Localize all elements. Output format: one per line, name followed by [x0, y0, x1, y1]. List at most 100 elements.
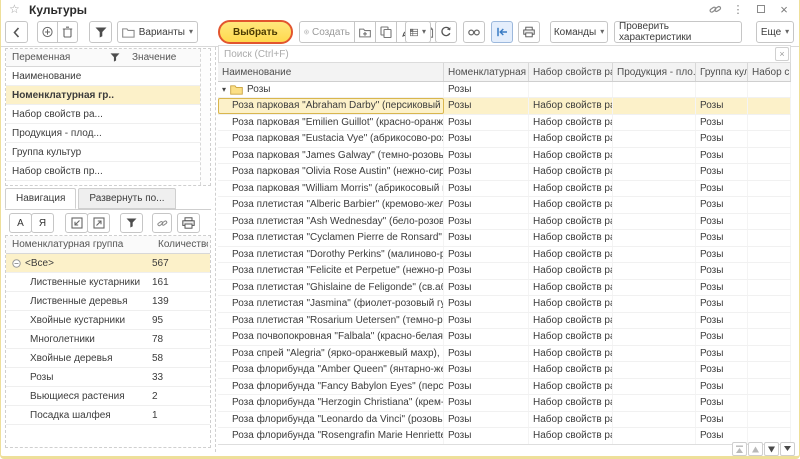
table-row[interactable]: Роза плетистая "Alberic Barbier" (кремов… [218, 197, 791, 214]
table-row[interactable]: Роза флорибунда "Herzogin Christiana" (к… [218, 395, 791, 412]
kebab-menu-icon[interactable]: ⋮ [731, 2, 745, 16]
param-row[interactable]: Наименование [6, 67, 210, 86]
param-row[interactable]: Набор свойств пр... [6, 162, 210, 181]
groups-header-count[interactable]: Количество [152, 236, 208, 253]
group-count: 33 [152, 372, 208, 383]
go-prev-icon[interactable] [748, 442, 763, 456]
group-row[interactable]: Розы33 [6, 368, 210, 387]
tab-navigation[interactable]: Навигация [5, 188, 76, 209]
get-link-icon[interactable] [708, 2, 722, 16]
group-row[interactable]: Вьющиеся растения2 [6, 387, 210, 406]
table-row[interactable]: Роза парковая "James Galway" (темно-розо… [218, 148, 791, 165]
param-row[interactable]: Группа культур [6, 143, 210, 162]
favorite-star-icon[interactable]: ☆ [9, 2, 20, 16]
table-row[interactable]: Роза флорибунда "Rosengrafin Marie Henri… [218, 428, 791, 445]
table-row[interactable]: Роза спрей "Alegria" (ярко-оранжевый мах… [218, 346, 791, 363]
create-folder-button[interactable] [354, 21, 376, 43]
param-row[interactable]: Набор свойств ра... [6, 105, 210, 124]
group-row[interactable]: Хвойные кустарники95 [6, 311, 210, 330]
prop-set2-cell [748, 412, 791, 428]
delete-button[interactable] [57, 21, 78, 43]
print-button-left[interactable] [177, 213, 200, 233]
group-row[interactable]: Лиственные деревья139 [6, 292, 210, 311]
prop-set-cell: Набор свойств ра... [529, 362, 613, 378]
table-row[interactable]: Роза плетистая "Ash Wednesday" (бело-роз… [218, 214, 791, 231]
column-header[interactable]: Номенклатурная ...↓ [444, 63, 529, 81]
close-icon[interactable]: × [777, 2, 791, 16]
params-scrollbar[interactable] [200, 49, 210, 185]
get-link-button-left[interactable] [152, 213, 172, 233]
variants-label: Варианты [139, 27, 185, 38]
clear-search-icon[interactable]: × [775, 47, 789, 61]
panel-splitter[interactable] [215, 47, 216, 452]
filter-button-left[interactable] [120, 213, 143, 233]
table-row[interactable]: Роза флорибунда "Leonardo da Vinci" (роз… [218, 412, 791, 429]
chevron-down-icon: ▾ [785, 28, 789, 36]
culture-group-cell: Розы [696, 379, 748, 395]
tree-collapse-icon[interactable] [12, 259, 21, 268]
check-characteristics-button[interactable]: Проверить характеристики [614, 21, 742, 43]
more-label: Еще [761, 27, 781, 38]
param-row[interactable]: Номенклатурная гр.. [6, 86, 210, 105]
group-row[interactable]: Хвойные деревья58 [6, 349, 210, 368]
table-row[interactable]: Роза плетистая "Ghislaine de Feligonde" … [218, 280, 791, 297]
table-row[interactable]: Роза флорибунда "Amber Queen" (янтарно-ж… [218, 362, 791, 379]
tree-expander-icon[interactable]: ▾ [222, 86, 226, 94]
collapse-all-button[interactable] [65, 213, 88, 233]
maximize-icon[interactable] [754, 2, 768, 16]
create-button[interactable]: Создать [299, 21, 355, 43]
print-button[interactable] [518, 21, 540, 43]
group-row[interactable]: Посадка шалфея1 [6, 406, 210, 425]
refresh-button[interactable] [435, 21, 457, 43]
table-row[interactable]: Роза парковая "Olivia Rose Austin" (нежн… [218, 164, 791, 181]
nomenclature-cell: Розы [444, 329, 529, 345]
table-row[interactable]: Роза парковая "Abraham Darby" (персиковы… [218, 98, 791, 115]
table-row[interactable]: Роза парковая "Eustacia Vye" (абрикосово… [218, 131, 791, 148]
table-row[interactable]: Роза флорибунда "Fancy Babylon Eyes" (пе… [218, 379, 791, 396]
table-row[interactable]: Роза плетистая "Jasmina" (фиолет-розовый… [218, 296, 791, 313]
group-row[interactable]: Лиственные кустарники161 [6, 273, 210, 292]
params-header-value[interactable]: Значение [126, 49, 196, 66]
variants-button[interactable]: Варианты ▾ [117, 21, 198, 43]
back-button[interactable] [5, 21, 28, 43]
linked-items-button[interactable] [463, 21, 485, 43]
groups-header-name[interactable]: Номенклатурная группа [6, 236, 152, 253]
table-row[interactable]: Роза парковая "Emilien Guillot" (красно-… [218, 115, 791, 132]
group-row[interactable]: <Все>567 [6, 254, 210, 273]
table-row[interactable]: Роза парковая "William Morris" (абрикосо… [218, 181, 791, 198]
group-folder-row[interactable]: ▾РозыРозы [218, 82, 791, 98]
pick-mode-button[interactable] [491, 21, 513, 43]
table-row[interactable]: Роза плетистая "Rosarium Uetersen" (темн… [218, 313, 791, 330]
go-first-icon[interactable] [732, 442, 747, 456]
column-header[interactable]: Набор свойств ра... [529, 63, 613, 81]
table-row[interactable]: Роза почвопокровная "Falbala" (красно-бе… [218, 329, 791, 346]
column-header[interactable]: Наименование [218, 63, 444, 81]
view-settings-button[interactable]: ▾ [405, 21, 431, 43]
column-header[interactable]: Продукция - пло... [613, 63, 696, 81]
name-cell: Роза почвопокровная "Falbala" (красно-бе… [218, 329, 444, 345]
table-row[interactable]: Роза плетистая "Felicite et Perpetue" (н… [218, 263, 791, 280]
table-row[interactable]: Роза плетистая "Dorothy Perkins" (малино… [218, 247, 791, 264]
commands-button[interactable]: Команды ▾ [550, 21, 608, 43]
search-input[interactable] [218, 45, 791, 63]
expand-all-button[interactable] [87, 213, 110, 233]
column-header[interactable]: Группа кул... [696, 63, 748, 81]
param-row[interactable]: Продукция - плод... [6, 124, 210, 143]
nomenclature-cell: Розы [444, 296, 529, 312]
tab-expand-by[interactable]: Развернуть по... [78, 188, 175, 209]
column-header[interactable]: Набор св... [748, 63, 791, 81]
table-row[interactable]: Роза плетистая "Cyclamen Pierre de Ronsa… [218, 230, 791, 247]
copy-button[interactable] [375, 21, 397, 43]
more-button[interactable]: Еще ▾ [756, 21, 794, 43]
filter-button[interactable] [89, 21, 112, 43]
sort-desc-button[interactable]: Я [31, 213, 54, 233]
params-header-variable[interactable]: Переменная [6, 49, 126, 66]
group-row[interactable]: Многолетники78 [6, 330, 210, 349]
go-last-icon[interactable] [780, 442, 795, 456]
select-button[interactable]: Выбрать [218, 20, 293, 44]
add-button[interactable] [37, 21, 58, 43]
refresh-icon [440, 26, 452, 38]
production-cell [613, 362, 696, 378]
sort-asc-button[interactable]: А [9, 213, 32, 233]
go-next-icon[interactable] [764, 442, 779, 456]
